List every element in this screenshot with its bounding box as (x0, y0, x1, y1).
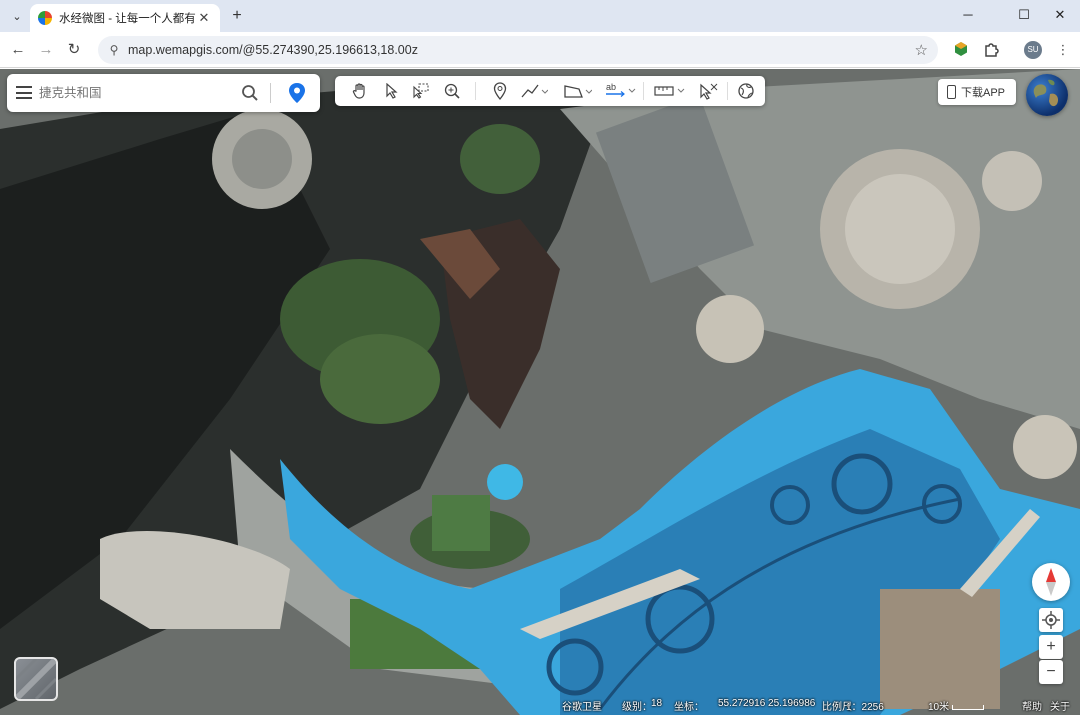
browser-toolbar: ← → ↻ ⚲ map.wemapgis.com/@55.274390,25.1… (0, 32, 1080, 68)
imagery-source: 谷歌卫星 (562, 702, 602, 713)
earth-icon (1033, 79, 1059, 107)
tool-separator (643, 82, 644, 100)
polygon-tool-icon[interactable] (561, 80, 593, 102)
satellite-imagery[interactable] (0, 69, 1080, 715)
svg-text:ab: ab (606, 82, 616, 92)
map-view[interactable]: ab 下载APP (0, 69, 1080, 715)
tab-bar: ⌄ 水经微图 - 让每一个人都有自己 ✕ + ─ ☐ ✕ (0, 0, 1080, 32)
site-info-icon[interactable]: ⚲ (106, 42, 122, 58)
back-arrow-icon[interactable]: ← (6, 38, 30, 62)
coordinate-label: 坐标： (674, 702, 704, 713)
help-link[interactable]: 帮助 (1022, 698, 1042, 713)
zoom-out-button[interactable]: − (1039, 660, 1063, 684)
polyline-tool-icon[interactable] (519, 80, 549, 102)
scale-bar (952, 705, 984, 710)
scale-bar-label: 10米 (928, 702, 950, 713)
more-menu-icon[interactable]: ⋮ (1054, 41, 1072, 59)
tab-close-icon[interactable]: ✕ (196, 10, 212, 26)
marker-tool-icon[interactable] (489, 80, 511, 102)
bookmark-star-icon[interactable]: ☆ (915, 41, 928, 59)
pan-hand-icon[interactable] (349, 80, 371, 102)
close-window-icon[interactable]: ✕ (1044, 4, 1076, 26)
minimize-icon[interactable]: ─ (952, 4, 984, 26)
extensions-puzzle-icon[interactable] (982, 41, 1000, 59)
crosshair-icon (1042, 611, 1060, 629)
text-label-tool-icon[interactable]: ab (603, 80, 637, 102)
search-panel (7, 74, 320, 112)
url-text[interactable]: map.wemapgis.com/@55.274390,25.196613,18… (128, 36, 418, 64)
search-icon[interactable] (240, 83, 260, 103)
tab-search-chevron-icon[interactable]: ⌄ (6, 5, 28, 27)
forward-arrow-icon[interactable]: → (34, 38, 58, 62)
clear-pointer-icon[interactable] (695, 80, 723, 102)
about-link[interactable]: 关于 (1050, 698, 1070, 713)
tool-separator (475, 82, 476, 100)
phone-icon (947, 85, 956, 99)
location-pin-icon[interactable] (287, 82, 307, 104)
tab-title: 水经微图 - 让每一个人都有自己 (59, 13, 196, 25)
scale-value: 1：2256 (846, 702, 884, 713)
menu-hamburger-icon[interactable] (16, 86, 32, 99)
new-tab-plus-icon[interactable]: + (226, 5, 248, 27)
zoom-level-label: 级别： (622, 702, 652, 713)
zoom-level-value: 18 (651, 698, 663, 709)
compass-icon (1046, 568, 1056, 596)
my-location-button[interactable] (1039, 608, 1063, 632)
globe-view-button[interactable] (1026, 74, 1068, 116)
box-select-icon[interactable] (409, 80, 433, 102)
globe-layer-icon[interactable] (735, 80, 757, 102)
download-app-label: 下载APP (961, 87, 1006, 99)
search-input[interactable] (39, 82, 229, 104)
profile-avatar[interactable]: SU (1024, 41, 1042, 59)
address-bar[interactable]: ⚲ map.wemapgis.com/@55.274390,25.196613,… (98, 36, 938, 64)
compass-north-button[interactable] (1032, 563, 1070, 601)
reload-icon[interactable]: ↻ (62, 38, 86, 62)
ruler-measure-icon[interactable] (653, 80, 687, 102)
map-tools-toolbar: ab (335, 76, 765, 106)
map-status-bar: 谷歌卫星 级别： 18 坐标： 55.272916 25.196986 比例尺 … (0, 693, 1080, 715)
zoom-search-icon[interactable] (441, 80, 463, 102)
download-app-button[interactable]: 下载APP (938, 79, 1016, 105)
tool-separator (727, 82, 728, 100)
coordinate-value: 55.272916 25.196986 (718, 698, 816, 709)
browser-tab[interactable]: 水经微图 - 让每一个人都有自己 ✕ (30, 4, 220, 32)
search-divider (270, 83, 271, 103)
select-pointer-icon[interactable] (381, 80, 403, 102)
maximize-icon[interactable]: ☐ (1008, 4, 1040, 26)
zoom-in-button[interactable]: + (1039, 635, 1063, 659)
extension-cube-icon[interactable] (952, 41, 970, 59)
site-favicon-icon (38, 11, 52, 25)
